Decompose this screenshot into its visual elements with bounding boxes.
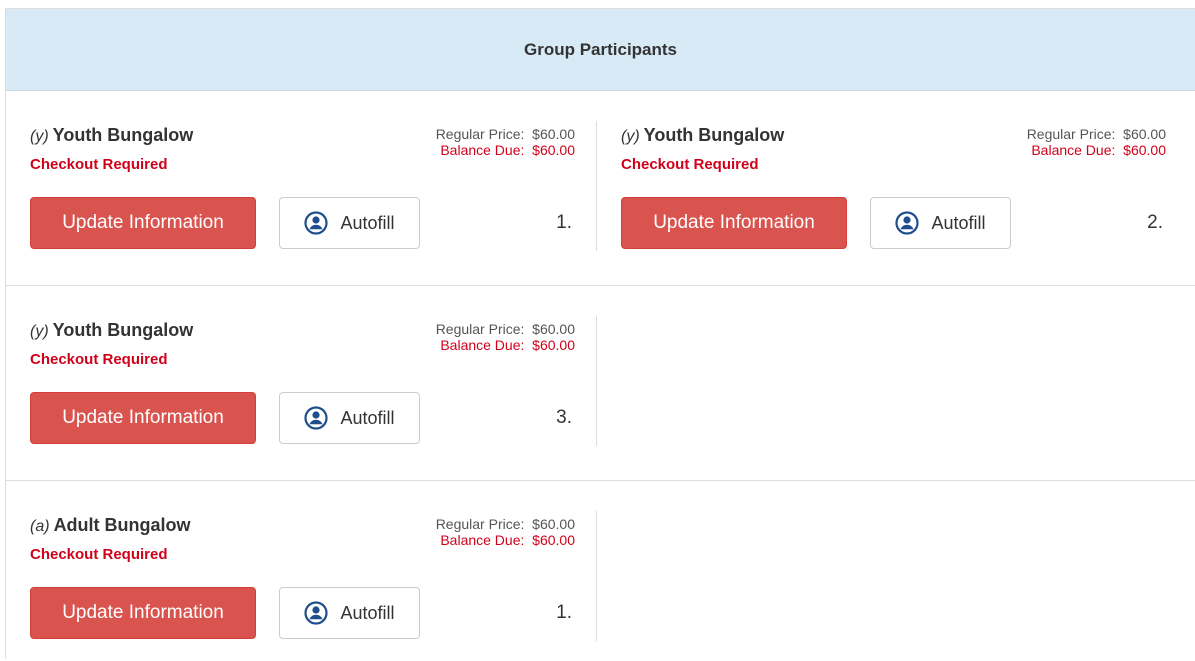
regular-price: Regular Price: $60.00	[435, 321, 575, 337]
user-circle-icon	[304, 211, 329, 235]
participant-card: (y) Youth Bungalow Checkout Required Regu…	[30, 286, 575, 480]
balance-due: Balance Due: $60.00	[440, 142, 575, 158]
autofill-label: Autofill	[931, 212, 986, 233]
panel-title: Group Participants	[523, 39, 678, 59]
price-block: Regular Price: $60.00 Balance Due: $60.0…	[1027, 126, 1166, 158]
autofill-button[interactable]: Autofill	[279, 392, 420, 444]
participant-title: (y) Youth Bungalow	[621, 125, 785, 145]
update-information-button[interactable]: Update Information	[30, 197, 256, 249]
participant-row: (y) Youth Bungalow Checkout Required Regu…	[6, 91, 1195, 286]
price-block: Regular Price: $60.00 Balance Due: $60.0…	[436, 321, 575, 353]
balance-due: Balance Due: $60.00	[440, 337, 575, 353]
autofill-label: Autofill	[340, 212, 395, 233]
update-information-button[interactable]: Update Information	[621, 197, 847, 249]
regular-price: Regular Price: $60.00	[1026, 126, 1166, 142]
checkout-status: Checkout Required	[30, 546, 168, 563]
checkout-status: Checkout Required	[621, 156, 759, 173]
price-block: Regular Price: $60.00 Balance Due: $60.0…	[436, 126, 575, 158]
panel-heading: Group Participants	[6, 9, 1195, 91]
regular-price: Regular Price: $60.00	[435, 516, 575, 532]
balance-due: Balance Due: $60.00	[1031, 142, 1166, 158]
user-circle-icon	[304, 406, 329, 430]
checkout-status: Checkout Required	[30, 156, 168, 173]
price-block: Regular Price: $60.00 Balance Due: $60.0…	[436, 516, 575, 548]
participant-title: (y) Youth Bungalow	[30, 320, 194, 340]
user-circle-icon	[304, 601, 329, 625]
autofill-button[interactable]: Autofill	[279, 587, 420, 639]
participant-card: (y) Youth Bungalow Checkout Required Regu…	[621, 91, 1166, 285]
group-participants-panel: Group Participants (y) Youth Bungalow Che…	[5, 8, 1195, 659]
column-divider	[596, 316, 597, 446]
participant-title: (a) Adult Bungalow	[30, 515, 191, 535]
autofill-label: Autofill	[340, 407, 395, 428]
participant-row: (y) Youth Bungalow Checkout Required Regu…	[6, 286, 1195, 481]
participant-name: Youth Bungalow	[643, 125, 785, 145]
regular-price: Regular Price: $60.00	[435, 126, 575, 142]
update-information-button[interactable]: Update Information	[30, 392, 256, 444]
update-information-button[interactable]: Update Information	[30, 587, 256, 639]
participant-card: (a) Adult Bungalow Checkout Required Regu…	[30, 481, 575, 661]
balance-due: Balance Due: $60.00	[440, 532, 575, 548]
participant-name: Youth Bungalow	[52, 320, 194, 340]
participant-number: 1.	[556, 212, 572, 233]
autofill-label: Autofill	[340, 602, 395, 623]
participant-card: (y) Youth Bungalow Checkout Required Regu…	[30, 91, 575, 285]
participant-name: Youth Bungalow	[52, 125, 194, 145]
participant-number: 3.	[556, 407, 572, 428]
column-divider	[596, 121, 597, 251]
autofill-button[interactable]: Autofill	[870, 197, 1011, 249]
participant-number: 2.	[1147, 212, 1163, 233]
autofill-button[interactable]: Autofill	[279, 197, 420, 249]
participant-row: (a) Adult Bungalow Checkout Required Regu…	[6, 481, 1195, 661]
column-divider	[596, 511, 597, 641]
participant-name: Adult Bungalow	[53, 515, 191, 535]
checkout-status: Checkout Required	[30, 351, 168, 368]
participant-number: 1.	[556, 602, 572, 623]
participant-title: (y) Youth Bungalow	[30, 125, 194, 145]
user-circle-icon	[895, 211, 920, 235]
